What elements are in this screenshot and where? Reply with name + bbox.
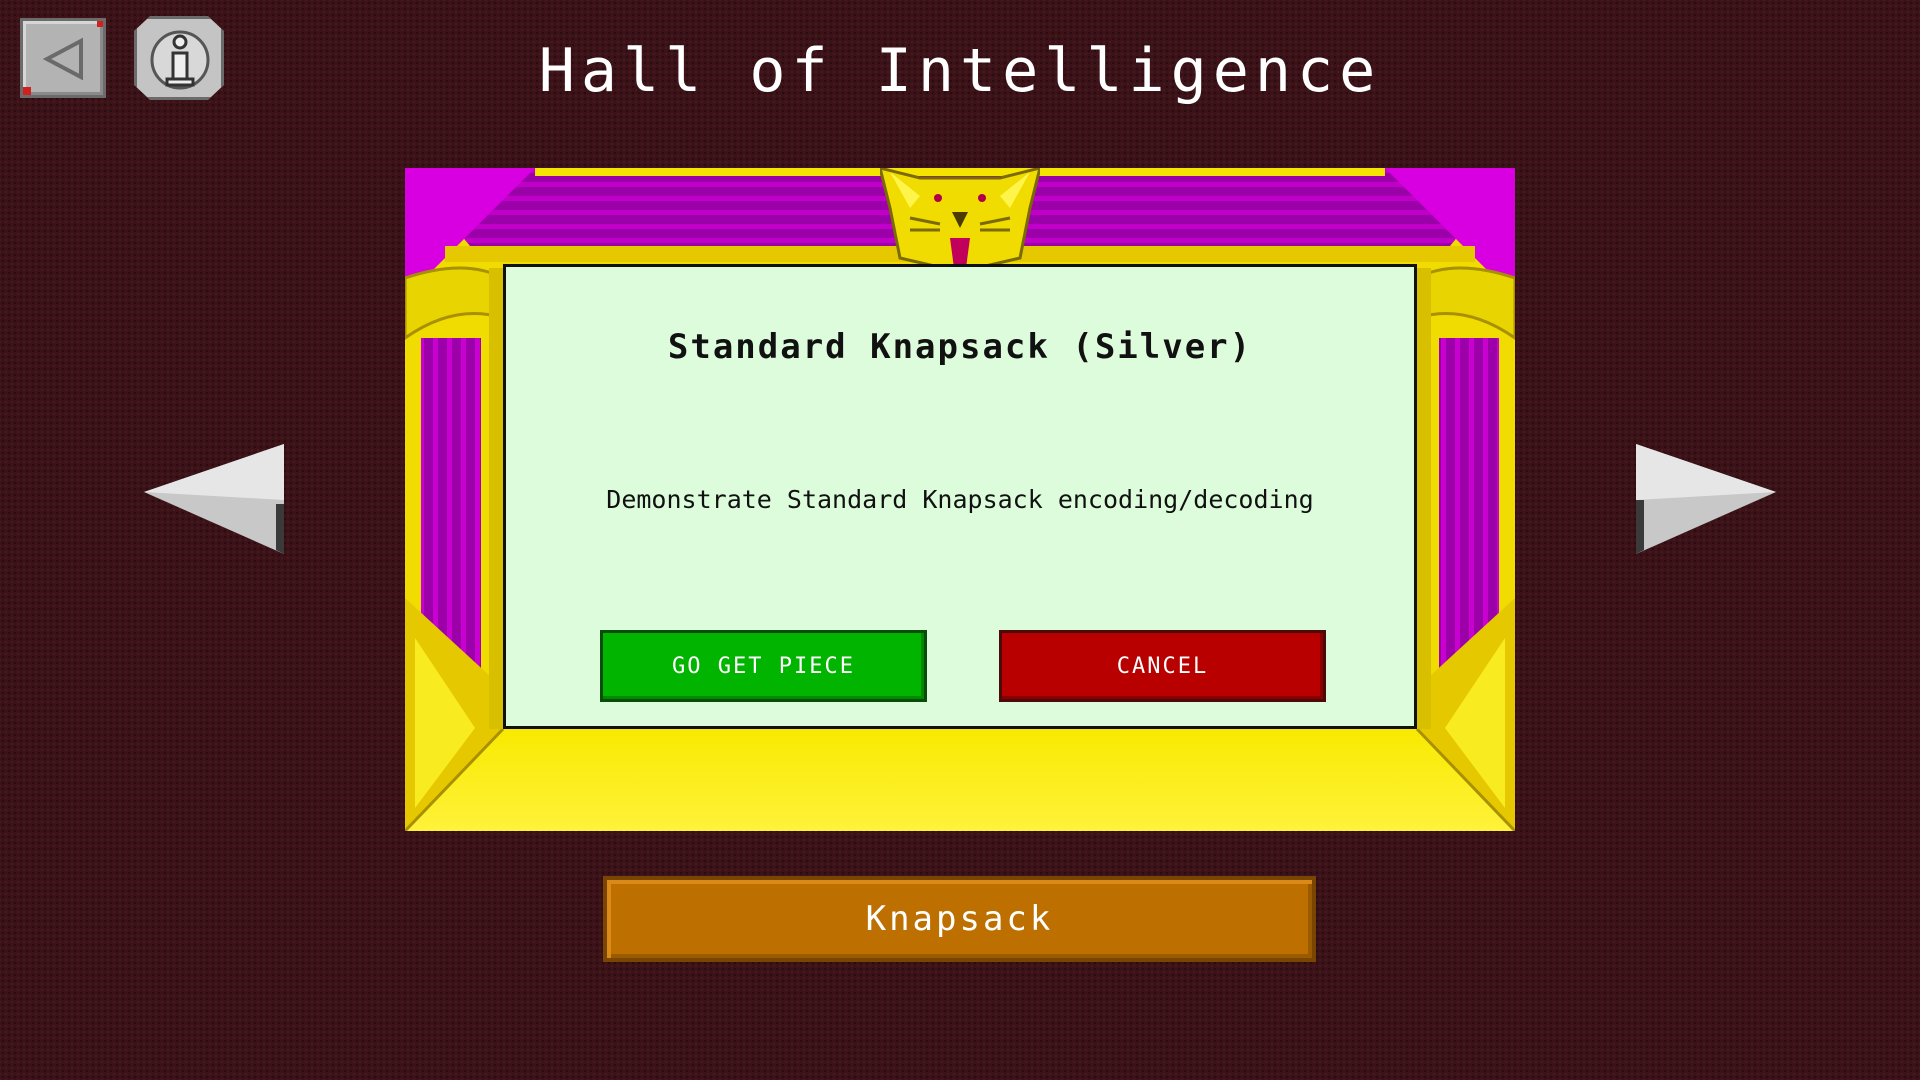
achievement-dialog: Standard Knapsack (Silver) Demonstrate S… [503, 264, 1417, 729]
page-title: Hall of Intelligence [538, 36, 1382, 106]
dialog-title: Standard Knapsack (Silver) [667, 327, 1253, 367]
next-arrow-icon[interactable] [1636, 444, 1776, 554]
previous-arrow-icon[interactable] [144, 444, 284, 554]
cat-emblem-icon [880, 168, 1040, 272]
dialog-description: Demonstrate Standard Knapsack encoding/d… [606, 485, 1314, 514]
cancel-button[interactable]: CANCEL [999, 630, 1326, 702]
go-get-piece-button[interactable]: GO GET PIECE [600, 630, 927, 702]
category-label[interactable]: Knapsack [603, 876, 1316, 962]
stage-frame: Standard Knapsack (Silver) Demonstrate S… [405, 168, 1515, 831]
